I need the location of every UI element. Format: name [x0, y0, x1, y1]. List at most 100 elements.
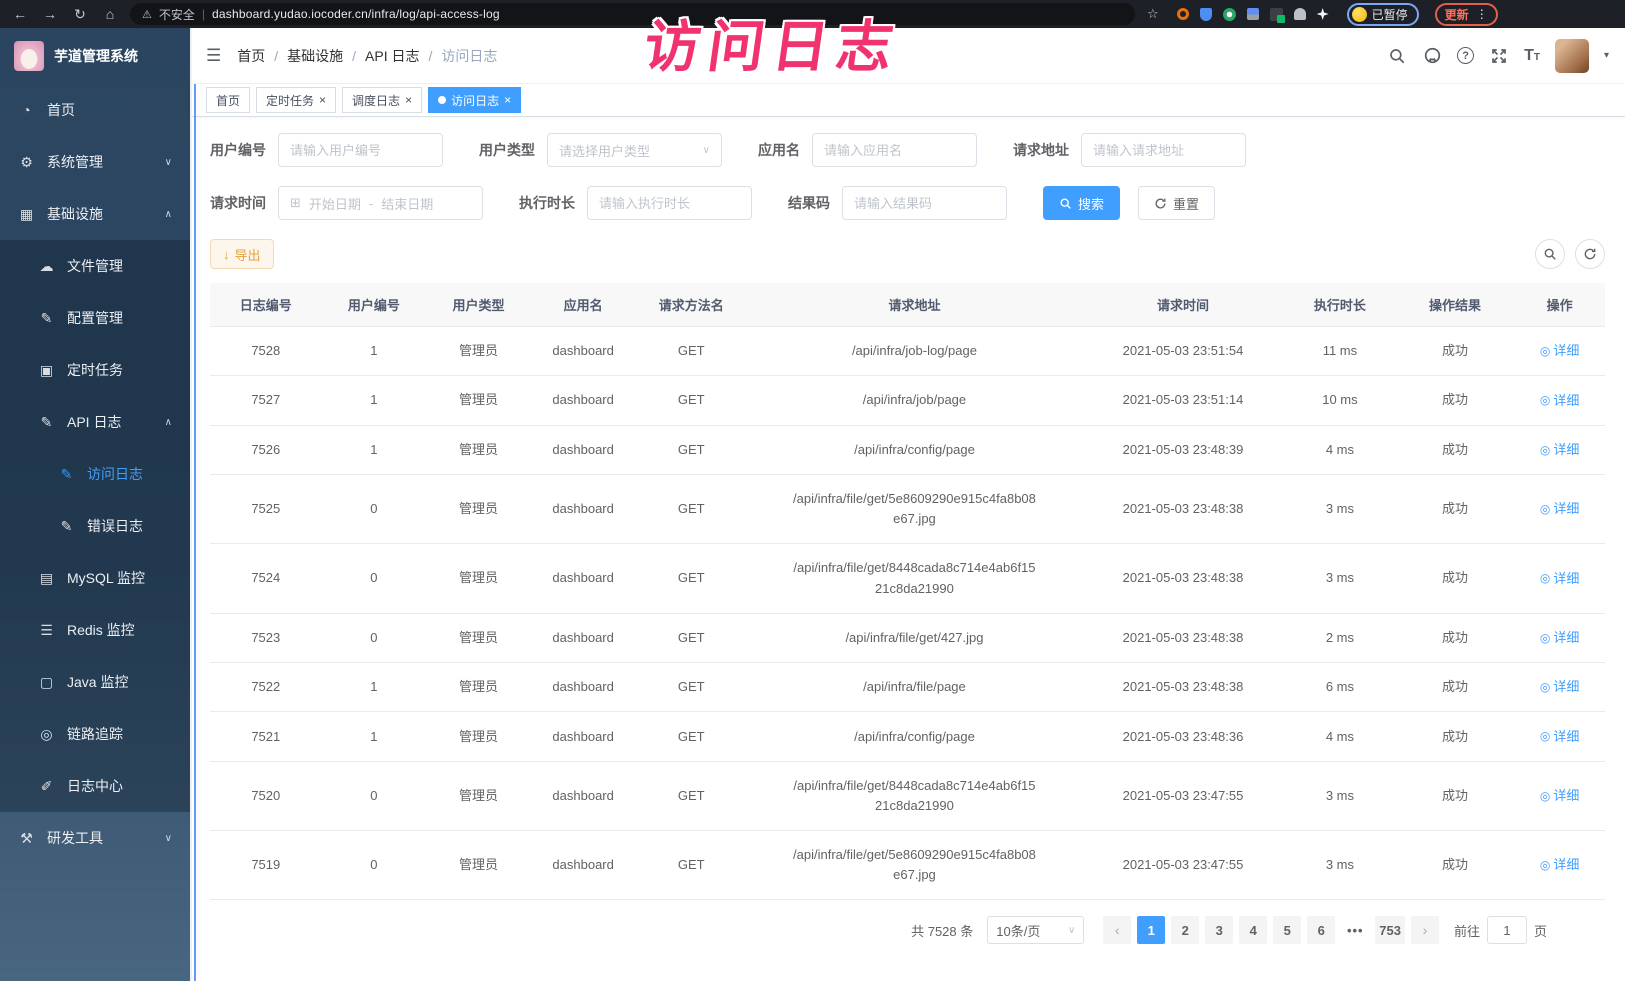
breadcrumb-api-log[interactable]: API 日志: [365, 46, 419, 66]
sidebar-item-label: 系统管理: [47, 152, 103, 172]
database-stack-icon: ☰: [38, 622, 55, 639]
page-button-last[interactable]: 753: [1375, 916, 1405, 944]
profile-paused-pill[interactable]: 已暂停: [1347, 3, 1419, 26]
next-page-button[interactable]: ›: [1411, 916, 1439, 944]
request-time-daterange[interactable]: ⊞ 开始日期 - 结束日期: [278, 186, 483, 220]
sidebar-item-log-center[interactable]: ✐ 日志中心: [0, 760, 190, 812]
extension-icon-green-circle[interactable]: [1223, 8, 1236, 21]
user-avatar[interactable]: [1555, 39, 1589, 73]
extension-icon-orange-ring[interactable]: [1177, 8, 1189, 20]
reset-button[interactable]: 重置: [1138, 186, 1215, 220]
extension-icon-blue-gem[interactable]: [1247, 8, 1259, 20]
github-icon[interactable]: [1422, 46, 1442, 66]
sidebar-item-file-management[interactable]: ☁ 文件管理: [0, 240, 190, 292]
tab-scheduled-jobs[interactable]: 定时任务 ×: [256, 87, 336, 113]
col-duration: 执行时长: [1284, 283, 1396, 327]
sidebar-item-infrastructure[interactable]: ▦ 基础设施 ∧: [0, 188, 190, 240]
request-url-input[interactable]: [1093, 143, 1234, 158]
cloud-upload-icon: ☁: [38, 258, 55, 275]
breadcrumb-home[interactable]: 首页: [237, 46, 265, 66]
page-ellipsis[interactable]: •••: [1341, 916, 1369, 944]
sidebar-item-mysql-monitor[interactable]: ▤ MySQL 监控: [0, 552, 190, 604]
not-secure-label[interactable]: 不安全: [159, 6, 195, 23]
sidebar-item-trace[interactable]: ◎ 链路追踪: [0, 708, 190, 760]
sidebar-item-config-management[interactable]: ✎ 配置管理: [0, 292, 190, 344]
prev-page-button[interactable]: ‹: [1103, 916, 1131, 944]
extension-icon-white-pinwheel[interactable]: [1317, 8, 1329, 20]
address-bar[interactable]: ⚠ 不安全 | dashboard.yudao.iocoder.cn/infra…: [130, 3, 1135, 25]
detail-link[interactable]: ◎详细: [1540, 628, 1580, 648]
browser-update-button[interactable]: 更新 ⋮: [1435, 3, 1498, 26]
close-icon[interactable]: ×: [319, 94, 326, 106]
user-id-input[interactable]: [290, 143, 431, 158]
sidebar-item-access-log[interactable]: ✎ 访问日志: [0, 448, 190, 500]
detail-link[interactable]: ◎详细: [1540, 855, 1580, 875]
chevron-down-icon: ∨: [165, 833, 172, 844]
fullscreen-icon[interactable]: [1489, 46, 1509, 66]
page-size-select[interactable]: 10条/页 ∨: [987, 916, 1084, 944]
browser-reload-icon[interactable]: ↻: [70, 6, 90, 23]
font-size-icon[interactable]: TT: [1524, 48, 1540, 64]
page-button-2[interactable]: 2: [1171, 916, 1199, 944]
edit-icon: ✎: [38, 310, 55, 327]
sidebar-item-api-log[interactable]: ✎ API 日志 ∧: [0, 396, 190, 448]
page-button-4[interactable]: 4: [1239, 916, 1267, 944]
detail-link[interactable]: ◎详细: [1540, 499, 1580, 519]
detail-link[interactable]: ◎详细: [1540, 727, 1580, 747]
browser-back-icon[interactable]: ←: [10, 6, 30, 22]
detail-link[interactable]: ◎详细: [1540, 677, 1580, 697]
cell-user-id: 1: [322, 376, 427, 425]
goto-page-input[interactable]: [1487, 916, 1527, 944]
page-button-3[interactable]: 3: [1205, 916, 1233, 944]
sidebar-item-home[interactable]: ◔ 首页: [0, 84, 190, 136]
sidebar-item-label: 日志中心: [67, 776, 123, 796]
extension-icon-dark-badge[interactable]: [1270, 8, 1283, 21]
page-button-1[interactable]: 1: [1137, 916, 1165, 944]
cell-result: 成功: [1396, 544, 1515, 613]
detail-link[interactable]: ◎详细: [1540, 391, 1580, 411]
sidebar-item-redis-monitor[interactable]: ☰ Redis 监控: [0, 604, 190, 656]
close-icon[interactable]: ×: [405, 94, 412, 106]
view-icon: ◎: [1540, 629, 1550, 648]
search-button[interactable]: 搜索: [1043, 186, 1120, 220]
sidebar-item-error-log[interactable]: ✎ 错误日志: [0, 500, 190, 552]
page-url[interactable]: dashboard.yudao.iocoder.cn/infra/log/api…: [212, 7, 500, 21]
extension-icon-blue-shield[interactable]: [1200, 8, 1212, 21]
cell-result: 成功: [1396, 376, 1515, 425]
detail-link[interactable]: ◎详细: [1540, 569, 1580, 589]
breadcrumb-infrastructure[interactable]: 基础设施: [287, 46, 343, 66]
tab-home[interactable]: 首页: [206, 87, 250, 113]
toggle-search-button[interactable]: [1535, 239, 1565, 269]
chevron-down-icon: ∨: [165, 157, 172, 168]
sidebar-item-system-management[interactable]: ⚙ 系统管理 ∨: [0, 136, 190, 188]
page-button-6[interactable]: 6: [1307, 916, 1335, 944]
page-button-5[interactable]: 5: [1273, 916, 1301, 944]
tab-access-log[interactable]: 访问日志 ×: [428, 87, 521, 113]
app-name-input-wrap: [812, 133, 977, 167]
duration-input[interactable]: [599, 196, 740, 211]
detail-link[interactable]: ◎详细: [1540, 440, 1580, 460]
bookmark-star-icon[interactable]: ☆: [1147, 6, 1159, 22]
browser-home-icon[interactable]: ⌂: [100, 6, 120, 22]
user-type-select[interactable]: 请选择用户类型 ∨: [547, 133, 722, 167]
close-icon[interactable]: ×: [504, 94, 511, 106]
kebab-menu-icon[interactable]: ⋮: [1476, 7, 1488, 21]
cell-time: 2021-05-03 23:48:38: [1082, 613, 1284, 662]
search-icon[interactable]: [1387, 46, 1407, 66]
refresh-button[interactable]: [1575, 239, 1605, 269]
top-navbar: ☰ 首页 / 基础设施 / API 日志 / 访问日志 ?: [190, 28, 1625, 84]
browser-forward-icon[interactable]: →: [40, 6, 60, 22]
sidebar-item-scheduled-jobs[interactable]: ▣ 定时任务: [0, 344, 190, 396]
hamburger-icon[interactable]: ☰: [206, 46, 221, 66]
result-code-input[interactable]: [854, 196, 995, 211]
caret-down-icon[interactable]: ▾: [1604, 50, 1609, 61]
export-button[interactable]: ↓ 导出: [210, 239, 274, 269]
app-name-input[interactable]: [824, 143, 965, 158]
sidebar-item-dev-tools[interactable]: ⚒ 研发工具 ∨: [0, 812, 190, 864]
extension-icon-gray-figure[interactable]: [1294, 8, 1306, 20]
detail-link[interactable]: ◎详细: [1540, 786, 1580, 806]
detail-link[interactable]: ◎详细: [1540, 341, 1580, 361]
sidebar-item-java-monitor[interactable]: ▢ Java 监控: [0, 656, 190, 708]
tab-schedule-log[interactable]: 调度日志 ×: [342, 87, 422, 113]
help-icon[interactable]: ?: [1457, 47, 1474, 64]
